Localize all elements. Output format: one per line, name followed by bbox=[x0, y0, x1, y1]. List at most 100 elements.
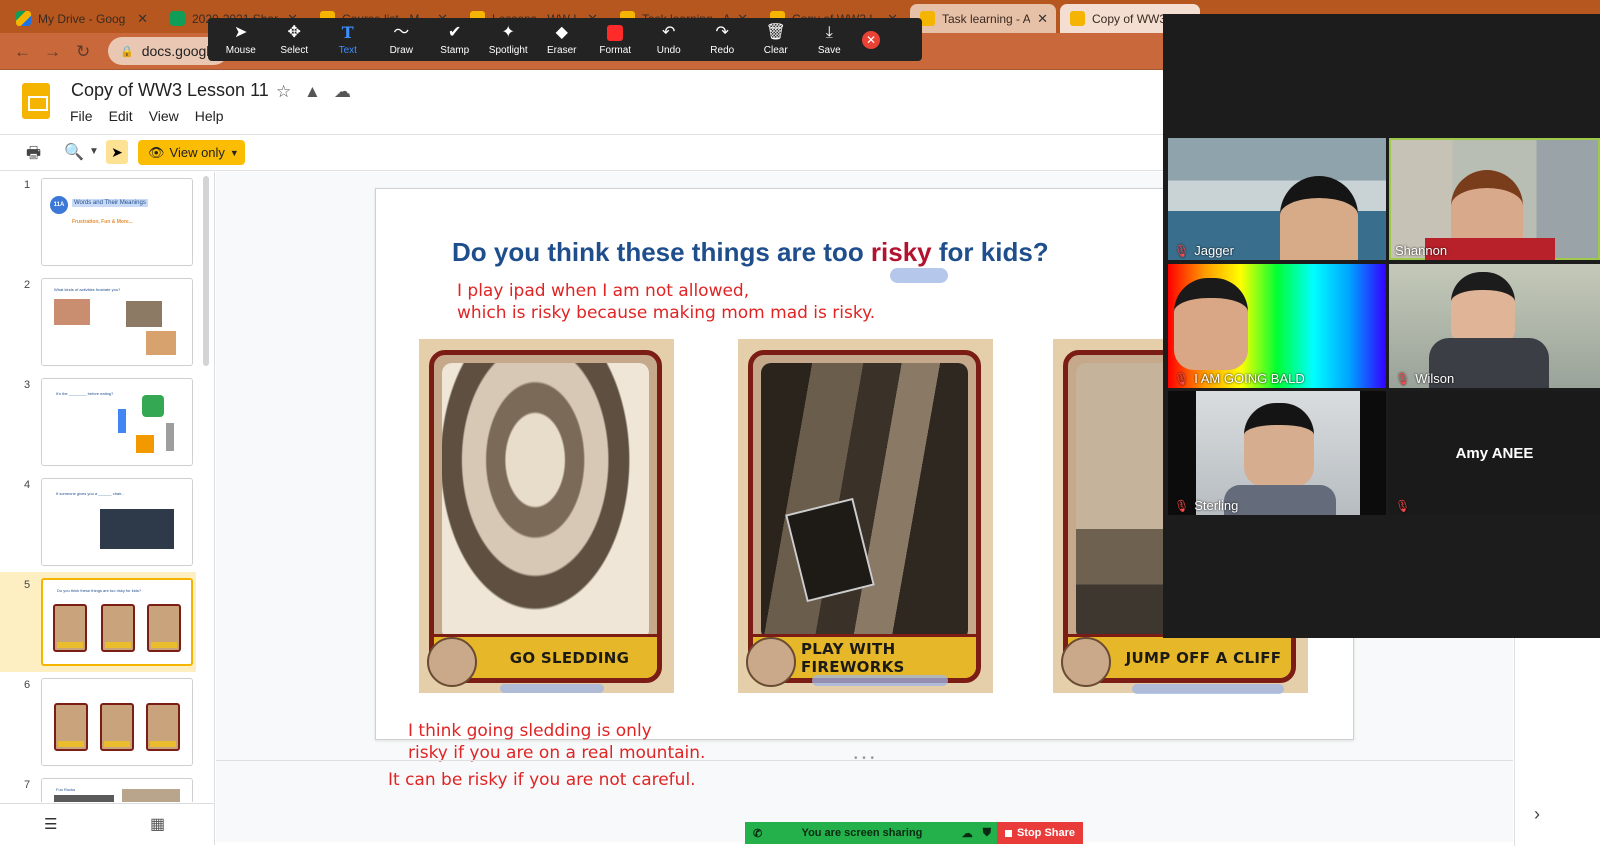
slide-thumbnail[interactable]: 11A Words and Their Meanings Frustration… bbox=[41, 178, 193, 266]
slide-thumbnail[interactable]: If someone gives you a ______ chair... bbox=[41, 478, 193, 566]
chevron-right-icon[interactable]: › bbox=[1534, 804, 1540, 825]
zoom-icon[interactable]: 🔍 bbox=[64, 142, 84, 162]
stop-share-button[interactable]: Stop Share bbox=[997, 822, 1083, 844]
forward-icon[interactable]: → bbox=[44, 42, 61, 62]
shield-icon: ⛊ bbox=[982, 826, 991, 839]
participant-name: I AM GOING BALD bbox=[1194, 371, 1305, 386]
filmstrip-scrollbar[interactable] bbox=[203, 176, 209, 366]
drag-handle-icon[interactable]: • • • bbox=[854, 753, 875, 764]
annotation-tool-eraser[interactable]: ◆ Eraser bbox=[535, 18, 589, 61]
slide-thumbnail-row[interactable]: 3 It's the ________ before eating? bbox=[0, 372, 200, 472]
slide-thumbnail-row[interactable]: 2 What kinds of activities frustrate you… bbox=[0, 272, 200, 372]
reload-icon[interactable]: ↻ bbox=[76, 42, 90, 62]
document-title[interactable]: Copy of WW3 Lesson 11 bbox=[71, 80, 269, 101]
participant-video[interactable]: 🎙 Wilson bbox=[1389, 264, 1600, 388]
highlighter-mark bbox=[1132, 684, 1284, 694]
thumb-card bbox=[146, 703, 180, 751]
mic-muted-icon: 🎙 bbox=[1395, 371, 1411, 386]
browser-tab[interactable]: Task learning - A ✕ bbox=[910, 4, 1056, 33]
slide-thumbnail[interactable]: It's the ________ before eating? bbox=[41, 378, 193, 466]
mic-muted-icon: 🎙 bbox=[1174, 498, 1190, 513]
browser-tab[interactable]: My Drive - Goog ✕ bbox=[6, 4, 156, 33]
participant-name-tag: 🎙 I AM GOING BALD bbox=[1174, 371, 1305, 386]
menu-file[interactable]: File bbox=[70, 108, 93, 124]
close-icon[interactable]: ✕ bbox=[137, 11, 148, 27]
menu-view[interactable]: View bbox=[149, 108, 179, 124]
cloud-status-icon[interactable]: ☁ bbox=[334, 82, 351, 102]
annotation-tool-draw[interactable]: 〜 Draw bbox=[375, 18, 429, 61]
close-annotation-icon[interactable]: ✕ bbox=[862, 30, 880, 49]
activity-card: GO SLEDDING bbox=[419, 339, 674, 693]
annotation-tool-save[interactable]: ⤓ Save bbox=[803, 18, 857, 61]
slide-thumbnail-row-selected[interactable]: 5 Do you think these things are too risk… bbox=[0, 572, 196, 672]
star-icon[interactable]: ☆ bbox=[276, 82, 291, 102]
slide-thumbnail-row[interactable]: 4 If someone gives you a ______ chair... bbox=[0, 472, 200, 572]
mic-muted-icon: 🎙 bbox=[1174, 371, 1190, 386]
connection-icon: ☁ bbox=[961, 827, 973, 840]
participant-video[interactable]: 🎙 I AM GOING BALD bbox=[1168, 264, 1386, 388]
slide-filmstrip: 1 11A Words and Their Meanings Frustrati… bbox=[0, 172, 215, 802]
thumb-card bbox=[100, 703, 134, 751]
participant-name-tag: 🎙 bbox=[1395, 499, 1410, 513]
activity-card: PLAY WITH FIREWORKS bbox=[738, 339, 993, 693]
annotation-tool-label: Redo bbox=[710, 44, 735, 56]
annotation-tool-redo[interactable]: ↷ Redo bbox=[696, 18, 750, 61]
annotation-tool-text[interactable]: T Text bbox=[321, 18, 375, 61]
sheets-favicon-icon bbox=[170, 11, 185, 26]
print-icon[interactable]: 🖶 bbox=[26, 142, 41, 169]
slide-thumbnail-row[interactable]: 6 bbox=[0, 672, 200, 772]
participant-video-off[interactable]: Amy ANEE 🎙 bbox=[1389, 391, 1600, 515]
side-panel-strip bbox=[1514, 636, 1568, 846]
close-icon[interactable]: ✕ bbox=[1037, 11, 1048, 27]
back-icon[interactable]: ← bbox=[14, 42, 31, 62]
annotation-tool-label: Text bbox=[338, 44, 357, 56]
card-label: PLAY WITH FIREWORKS bbox=[801, 639, 905, 676]
annotation-tool-clear[interactable]: 🗑 Clear bbox=[749, 18, 803, 61]
list-view-icon[interactable]: ☰ bbox=[44, 815, 57, 833]
participant-video-active-speaker[interactable]: Shannon bbox=[1389, 138, 1600, 260]
card-label: GO SLEDDING bbox=[509, 648, 630, 667]
move-icon: ✥ bbox=[287, 23, 301, 41]
annotation-tool-stamp[interactable]: ✔ Stamp bbox=[428, 18, 482, 61]
participant-face bbox=[1280, 176, 1358, 260]
thumb-image bbox=[142, 395, 164, 417]
annotation-tool-select[interactable]: ✥ Select bbox=[268, 18, 322, 61]
slides-logo-icon[interactable] bbox=[22, 83, 50, 119]
slide-thumbnail-row[interactable]: 7 Fun Rocks bbox=[0, 772, 200, 802]
chevron-down-icon[interactable]: ▼ bbox=[89, 146, 99, 157]
annotation-tool-spotlight[interactable]: ✦ Spotlight bbox=[482, 18, 536, 61]
slide-thumbnail[interactable]: Do you think these things are too risky … bbox=[41, 578, 193, 666]
annotation-tool-format[interactable]: Format bbox=[589, 18, 643, 61]
annotation-tool-label: Undo bbox=[656, 44, 681, 56]
tab-title: Task learning - A bbox=[942, 11, 1031, 26]
participant-video[interactable]: 🎙 Sterling bbox=[1168, 391, 1386, 515]
annotation-tool-mouse[interactable]: ➤ Mouse bbox=[214, 18, 268, 61]
slide-thumbnail[interactable] bbox=[41, 678, 193, 766]
annotation-tool-undo[interactable]: ↶ Undo bbox=[642, 18, 696, 61]
slide-thumbnail[interactable]: What kinds of activities frustrate you? bbox=[41, 278, 193, 366]
stop-share-label: Stop Share bbox=[1016, 827, 1076, 839]
annotation-tool-label: Draw bbox=[389, 44, 413, 56]
share-status[interactable]: ✆ You are screen sharing ☁ ⛊ bbox=[745, 822, 997, 844]
participant-name: Jagger bbox=[1194, 243, 1234, 258]
thumb-title: Do you think these things are too risky … bbox=[57, 588, 142, 593]
lock-icon: 🔒 bbox=[120, 45, 134, 58]
thumb-title: Fun Rocks bbox=[56, 787, 76, 792]
thumb-card bbox=[101, 604, 135, 652]
slide-number: 1 bbox=[24, 179, 31, 191]
participant-video[interactable]: 🎙 Jagger bbox=[1168, 138, 1386, 260]
slides-toolbar: 🖶 🔍 ▼ ➤ 👁 View only ▼ bbox=[0, 134, 1185, 171]
thumb-title: If someone gives you a ______ chair... bbox=[56, 491, 125, 496]
view-only-button[interactable]: 👁 View only ▼ bbox=[138, 140, 245, 165]
annotation-text: I play ipad when I am not allowed, which… bbox=[457, 280, 875, 324]
text-icon: T bbox=[341, 22, 354, 42]
menu-help[interactable]: Help bbox=[195, 108, 224, 124]
slide-thumbnail-row[interactable]: 1 11A Words and Their Meanings Frustrati… bbox=[0, 172, 200, 272]
grid-view-icon[interactable]: ▦ bbox=[150, 814, 165, 834]
thumb-image bbox=[122, 789, 180, 802]
slide-thumbnail[interactable]: Fun Rocks bbox=[41, 778, 193, 802]
select-cursor-button[interactable]: ➤ bbox=[106, 140, 128, 164]
move-to-drive-icon[interactable]: ▲ bbox=[304, 82, 321, 102]
menu-edit[interactable]: Edit bbox=[109, 108, 133, 124]
lesson-badge: 11A bbox=[50, 196, 68, 214]
